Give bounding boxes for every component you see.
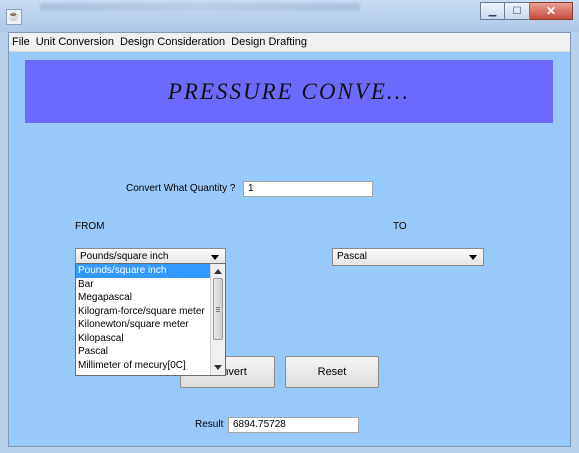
list-item[interactable]: Pascal	[76, 345, 225, 359]
menu-design-drafting[interactable]: Design Drafting	[228, 33, 310, 51]
scroll-down-icon[interactable]	[214, 365, 222, 370]
close-icon[interactable]: ✕	[530, 2, 573, 20]
client-area: File Unit Conversion Design Consideratio…	[8, 32, 571, 447]
quantity-label: Convert What Quantity ?	[126, 183, 236, 194]
maximize-icon[interactable]: ☐	[505, 2, 530, 20]
to-unit-select[interactable]: Pascal	[332, 248, 484, 266]
title-bar[interactable]: ☕ ▁ ☐ ✕	[0, 0, 579, 32]
chevron-down-icon	[211, 255, 219, 260]
minimize-icon[interactable]: ▁	[480, 2, 505, 20]
list-item[interactable]: Kilopascal	[76, 332, 225, 346]
to-unit-selected-text: Pascal	[337, 251, 368, 262]
blurred-window-title	[40, 3, 360, 11]
result-field: 6894.75728	[228, 417, 359, 433]
scrollbar-thumb[interactable]	[213, 278, 223, 340]
from-unit-selected-text: Pounds/square inch	[80, 251, 169, 262]
menu-file[interactable]: File	[9, 33, 33, 51]
list-item[interactable]: Kilogram-force/square meter	[76, 305, 225, 319]
window-controls: ▁ ☐ ✕	[480, 2, 573, 20]
from-label: FROM	[75, 221, 105, 232]
scroll-up-icon[interactable]	[214, 269, 222, 274]
quantity-input[interactable]: 1	[243, 181, 373, 197]
menu-design-consideration[interactable]: Design Consideration	[117, 33, 228, 51]
menu-unit-conversion[interactable]: Unit Conversion	[33, 33, 117, 51]
app-window: ☕ ▁ ☐ ✕ File Unit Conversion Design Cons…	[0, 0, 579, 453]
from-unit-dropdown-list: Pounds/square inch Bar Megapascal Kilogr…	[75, 263, 226, 376]
menu-bar: File Unit Conversion Design Consideratio…	[9, 33, 570, 52]
dropdown-scrollbar[interactable]	[210, 264, 225, 375]
list-item[interactable]: Millimeter of mecury[0C]	[76, 359, 225, 373]
title-banner: PRESSURE CONVE...	[25, 60, 553, 123]
reset-button[interactable]: Reset	[285, 356, 379, 388]
list-item[interactable]: Bar	[76, 278, 225, 292]
java-app-icon: ☕	[6, 9, 22, 25]
result-label: Result	[195, 419, 224, 430]
list-item[interactable]: Kilonewton/square meter	[76, 318, 225, 332]
grip-icon	[216, 307, 220, 308]
list-item[interactable]: Megapascal	[76, 291, 225, 305]
chevron-down-icon	[469, 255, 477, 260]
list-item[interactable]: Pounds/square inch	[76, 264, 225, 278]
page-title: PRESSURE CONVE...	[167, 78, 411, 104]
to-label: TO	[393, 221, 407, 232]
